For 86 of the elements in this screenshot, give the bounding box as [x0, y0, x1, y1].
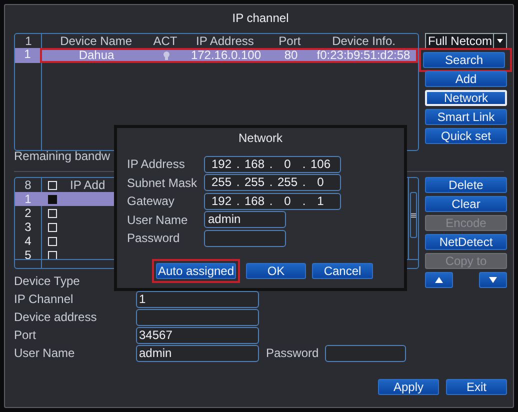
octet-text: 106 — [309, 156, 332, 172]
move-down-button[interactable] — [479, 272, 507, 288]
dialog-button[interactable]: Auto assigned — [156, 262, 236, 278]
octet-text: 192 — [210, 194, 233, 209]
action-button[interactable]: NetDetect — [425, 234, 507, 250]
vertical-scrollbar[interactable] — [408, 178, 418, 260]
separator-text: . — [301, 175, 307, 190]
separator-text: . — [268, 175, 274, 190]
row-number: 1 — [24, 192, 32, 206]
up-triangle-icon — [434, 276, 444, 284]
field-label: Password — [127, 231, 181, 246]
dialog-button[interactable]: OK — [246, 262, 306, 278]
octet-text: 0 — [283, 194, 292, 209]
column-header: Device Name — [59, 34, 134, 48]
column-header: Port — [278, 34, 302, 48]
octet-text: 0 — [316, 175, 325, 190]
octet-text: 168 — [243, 156, 266, 172]
column-header: 1 — [24, 34, 33, 48]
table-cell-text: Dahua — [78, 49, 116, 62]
ip-address-field[interactable]: 192 . 168 . 0 . 106 — [204, 156, 341, 173]
side-button[interactable]: Add — [425, 71, 507, 87]
octet-text: 168 — [243, 194, 266, 209]
checkbox[interactable] — [48, 194, 56, 204]
separator-text: . — [268, 194, 274, 209]
separator-text: . — [235, 194, 241, 209]
separator-text: . — [301, 194, 307, 209]
footer-button[interactable]: Exit — [446, 379, 507, 395]
field-label: IP Channel — [14, 292, 74, 306]
table-cell-text: 172.16.0.100 — [190, 49, 262, 62]
caret-icon — [497, 39, 503, 43]
column-header: 8 — [24, 178, 32, 192]
window-title: IP channel — [232, 11, 289, 25]
table-cell-text: f0:23:b9:51:d2:58 — [316, 49, 412, 62]
down-triangle-icon — [488, 276, 498, 284]
field-label: Password — [266, 346, 320, 360]
protocol-dropdown[interactable]: Full Netcom — [425, 33, 507, 49]
separator-text: . — [301, 156, 307, 172]
row-number: 5 — [24, 248, 32, 262]
octet-text: 255 — [210, 175, 233, 190]
row-number: 3 — [24, 220, 32, 234]
field-label: Device address — [14, 310, 98, 324]
column-header: IP Add — [70, 178, 106, 192]
text-field[interactable]: 34567 — [136, 326, 259, 344]
table-cell-text: 1 — [23, 48, 32, 63]
field-label: User Name — [14, 346, 76, 360]
column-header: ACT — [152, 34, 178, 48]
column-header: IP Address — [195, 34, 255, 48]
field-label: IP Address — [127, 157, 186, 172]
dialog-title: Network — [238, 130, 282, 147]
field-label: Device Type — [14, 274, 81, 288]
dialog-button[interactable]: Cancel — [312, 262, 373, 278]
separator-text: . — [235, 175, 241, 190]
ip-address-field[interactable]: 192 . 168 . 0 . 1 — [204, 192, 341, 210]
side-button[interactable]: Quick set — [425, 128, 507, 144]
password-field[interactable] — [325, 344, 406, 362]
action-button[interactable]: Clear — [425, 196, 507, 212]
field-label: Gateway — [127, 194, 176, 208]
octet-text: 192 — [210, 156, 233, 172]
field-label: User Name — [127, 212, 189, 227]
move-up-button[interactable] — [425, 272, 453, 288]
row-number: 4 — [24, 234, 32, 248]
password-field[interactable] — [204, 230, 286, 247]
ip-address-field[interactable]: 255 . 255 . 255 . 0 — [204, 174, 341, 192]
action-button[interactable]: Delete — [425, 177, 507, 193]
field-label: Subnet Mask — [127, 176, 198, 190]
grip-icon — [411, 212, 416, 218]
text-field[interactable]: admin — [204, 211, 286, 228]
separator-text: . — [235, 156, 241, 172]
status-dot-icon — [162, 51, 170, 60]
remaining-bandwidth-label: Remaining bandw — [14, 148, 112, 165]
text-field[interactable]: admin — [136, 344, 259, 362]
octet-text: 1 — [316, 194, 325, 209]
text-field[interactable] — [136, 308, 259, 326]
side-button[interactable]: Search — [423, 52, 505, 68]
side-button[interactable]: Smart Link — [425, 109, 507, 125]
octet-text: 0 — [283, 156, 292, 172]
text-field[interactable]: 1 — [136, 290, 259, 308]
octet-text: 255 — [276, 175, 299, 190]
footer-button[interactable]: Apply — [378, 379, 439, 395]
side-button[interactable]: Network — [425, 90, 507, 106]
octet-text: 255 — [243, 175, 266, 190]
table-cell-text: 80 — [283, 49, 299, 62]
field-label: Port — [14, 328, 38, 342]
row-number: 2 — [24, 206, 32, 220]
column-header: Device Info. — [331, 34, 396, 48]
separator-text: . — [268, 156, 274, 172]
